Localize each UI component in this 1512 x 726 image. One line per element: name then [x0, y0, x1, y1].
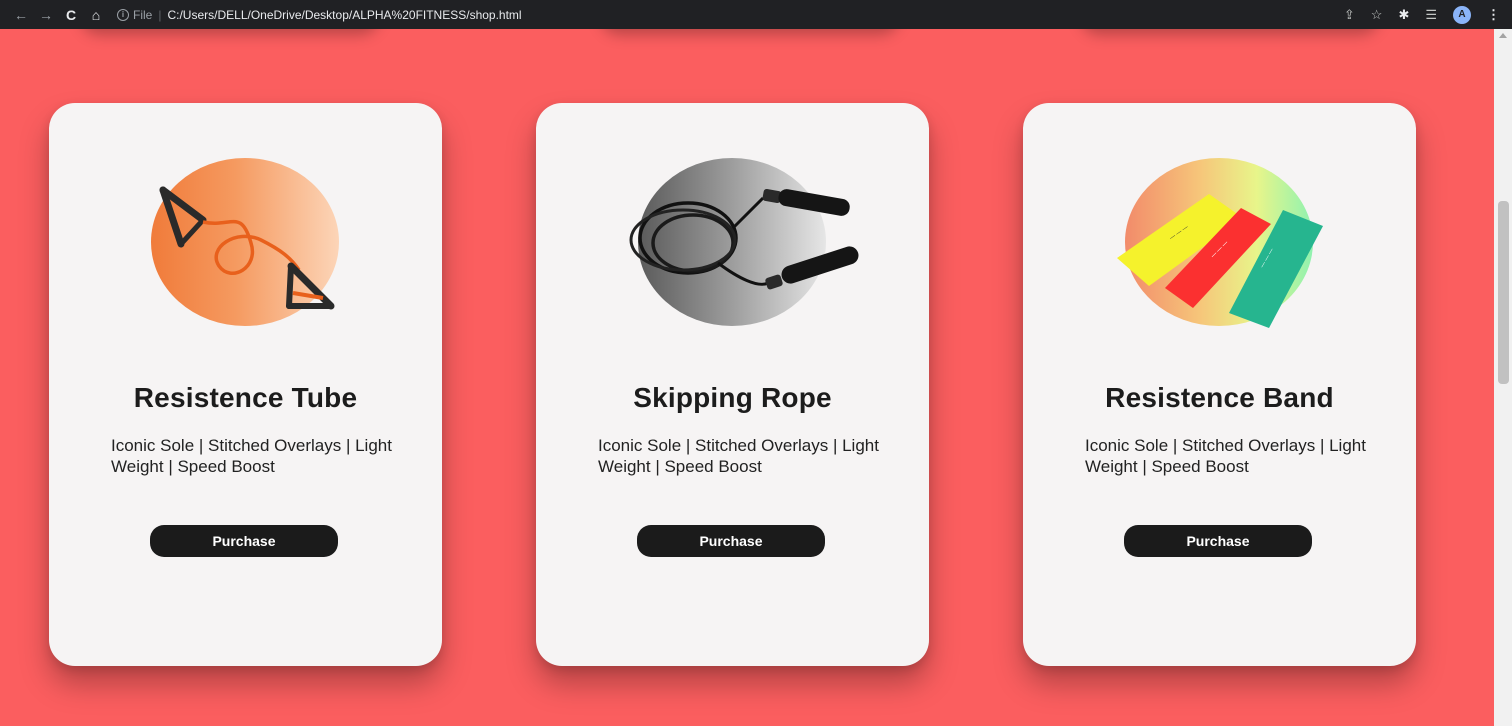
reading-list-icon[interactable]: ☰	[1425, 7, 1437, 23]
product-card-resistance-tube: Resistence Tube Iconic Sole | Stitched O…	[49, 103, 442, 666]
browser-toolbar: ← → C ⌂ i File | C:/Users/DELL/OneDrive/…	[0, 0, 1512, 29]
product-card-resistance-band: — — — — — — — — — Resistence Band Iconic…	[1023, 103, 1416, 666]
star-icon[interactable]: ☆	[1371, 7, 1383, 23]
info-icon[interactable]: i	[117, 8, 129, 21]
extensions-icon[interactable]: ✱	[1398, 7, 1409, 23]
back-button[interactable]: ←	[10, 4, 32, 26]
profile-avatar[interactable]: A	[1453, 5, 1471, 24]
share-icon[interactable]: ⇪	[1344, 7, 1355, 23]
product-title: Resistence Tube	[133, 382, 358, 413]
toolbar-actions: ⇪ ☆ ✱ ☰ A ⋮	[1344, 0, 1500, 29]
product-description: Iconic Sole | Stitched Overlays | Light …	[111, 436, 392, 476]
purchase-button[interactable]: Purchase	[637, 525, 825, 557]
product-description: Iconic Sole | Stitched Overlays | Light …	[598, 436, 879, 476]
home-button[interactable]: ⌂	[85, 4, 107, 26]
product-title: Skipping Rope	[633, 382, 832, 413]
resistance-tube-icon	[151, 158, 339, 326]
address-bar[interactable]: i File | C:/Users/DELL/OneDrive/Desktop/…	[117, 8, 522, 22]
reload-button[interactable]: C	[60, 4, 82, 26]
vertical-scrollbar[interactable]	[1494, 29, 1512, 726]
scroll-up-arrow-icon[interactable]	[1499, 33, 1507, 38]
product-description: Iconic Sole | Stitched Overlays | Light …	[1085, 436, 1366, 476]
url-scheme-label: File	[133, 7, 153, 22]
forward-button[interactable]: →	[35, 4, 57, 26]
scrollbar-thumb[interactable]	[1498, 201, 1509, 384]
menu-icon[interactable]: ⋮	[1487, 7, 1500, 23]
purchase-button[interactable]: Purchase	[1124, 525, 1312, 557]
purchase-button[interactable]: Purchase	[150, 525, 338, 557]
url-separator: |	[158, 7, 162, 22]
page-viewport: Resistence Tube Iconic Sole | Stitched O…	[0, 29, 1494, 726]
skipping-rope-icon	[629, 158, 859, 326]
product-card-skipping-rope: Skipping Rope Iconic Sole | Stitched Ove…	[536, 103, 929, 666]
url-text[interactable]: C:/Users/DELL/OneDrive/Desktop/ALPHA%20F…	[167, 8, 521, 22]
product-title: Resistence Band	[1105, 382, 1334, 413]
resistance-band-icon: — — — — — — — — —	[1117, 158, 1323, 328]
